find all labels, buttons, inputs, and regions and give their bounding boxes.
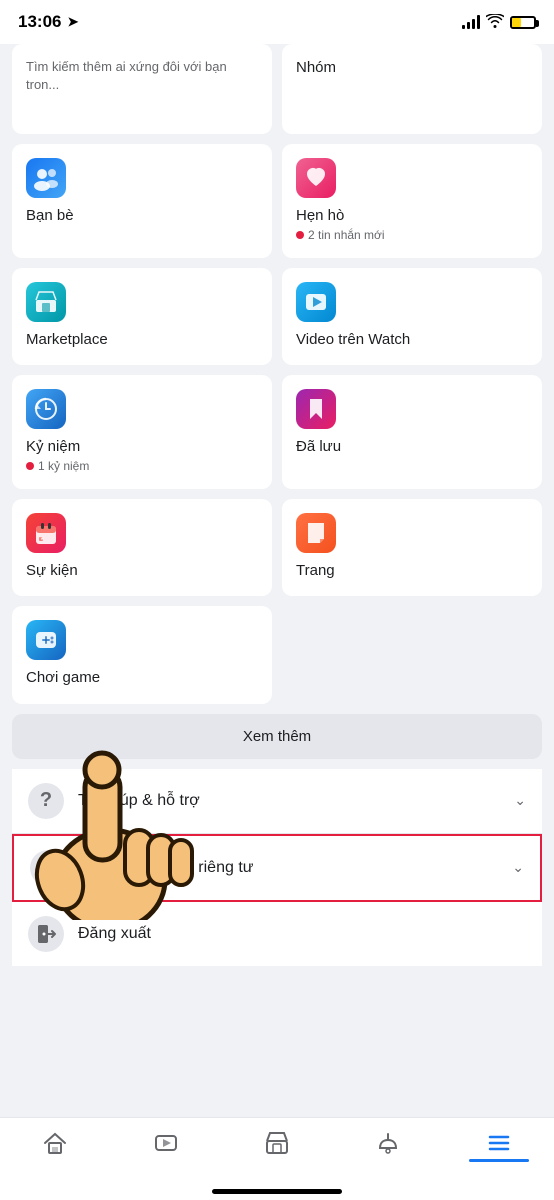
nav-watch[interactable] [111, 1126, 222, 1160]
bottom-navigation [0, 1117, 554, 1200]
help-icon-wrap: ? [28, 783, 64, 819]
dating-red-dot [296, 231, 304, 239]
location-arrow-icon: ➤ [67, 14, 78, 30]
battery-icon [510, 16, 536, 29]
memory-sublabel-text: 1 kỷ niệm [38, 459, 89, 473]
menu-icon [486, 1130, 512, 1156]
top-partial-row: Tìm kiếm thêm ai xứng đôi với bạn tron..… [12, 44, 542, 134]
memory-red-dot [26, 462, 34, 470]
help-label: Trợ giúp & hỗ trợ [78, 792, 514, 810]
games-icon [26, 620, 66, 660]
wifi-icon [486, 14, 504, 31]
settings-label: Cài đặt & quyền riêng tư [80, 859, 512, 877]
marketplace-icon [26, 282, 66, 322]
list-item-help[interactable]: ? Trợ giúp & hỗ trợ ⌄ [12, 769, 542, 834]
watch-label: Video trên Watch [296, 330, 528, 350]
logout-label: Đăng xuất [78, 925, 526, 943]
grid-item-saved[interactable]: Đã lưu [282, 375, 542, 489]
grid-item-dating[interactable]: Hẹn hò 2 tin nhắn mới [282, 144, 542, 258]
settings-icon-wrap: ⚙ [30, 850, 66, 886]
groups-item[interactable]: Nhóm [282, 44, 542, 134]
shortcuts-grid: Bạn bè Hẹn hò 2 tin nhắn mới [12, 144, 542, 704]
home-icon [42, 1130, 68, 1156]
menu-active-indicator [469, 1159, 529, 1162]
pages-icon [296, 513, 336, 553]
grid-item-marketplace[interactable]: Marketplace [12, 268, 272, 366]
dating-sublabel-text: 2 tin nhắn mới [308, 228, 385, 242]
saved-label: Đã lưu [296, 437, 528, 457]
settings-gear-icon: ⚙ [39, 855, 57, 880]
settings-chevron-icon: ⌄ [512, 859, 524, 876]
grid-item-events[interactable]: ★ Sự kiện [12, 499, 272, 597]
grid-item-friends[interactable]: Bạn bè [12, 144, 272, 258]
grid-item-games[interactable]: Chơi game [12, 606, 272, 704]
partial-left-item[interactable]: Tìm kiếm thêm ai xứng đôi với bạn tron..… [12, 44, 272, 134]
logout-door-icon [35, 923, 57, 945]
nav-home[interactable] [0, 1126, 111, 1160]
memory-label: Kỷ niệm [26, 437, 258, 457]
home-bar [212, 1189, 342, 1194]
see-more-button[interactable]: Xem thêm [12, 714, 542, 759]
watch-icon [296, 282, 336, 322]
nav-marketplace[interactable] [222, 1126, 333, 1160]
events-icon: ★ [26, 513, 66, 553]
shop-icon [264, 1130, 290, 1156]
friends-label: Bạn bè [26, 206, 258, 226]
dating-icon [296, 158, 336, 198]
memory-sublabel: 1 kỷ niệm [26, 459, 258, 473]
status-icons [462, 14, 536, 31]
marketplace-label: Marketplace [26, 330, 258, 350]
list-item-logout[interactable]: Đăng xuất [12, 902, 542, 966]
nav-menu[interactable] [443, 1126, 554, 1166]
play-icon [153, 1130, 179, 1156]
games-label: Chơi game [26, 668, 258, 688]
status-time: 13:06 ➤ [18, 12, 78, 32]
grid-item-pages[interactable]: Trang [282, 499, 542, 597]
dating-label: Hẹn hò [296, 206, 528, 226]
partial-left-text: Tìm kiếm thêm ai xứng đôi với bạn tron..… [26, 58, 258, 94]
signal-icon [462, 15, 480, 29]
main-content: Tìm kiếm thêm ai xứng đôi với bạn tron..… [0, 44, 554, 966]
see-more-label: Xem thêm [243, 728, 311, 745]
help-chevron-icon: ⌄ [514, 792, 526, 809]
nav-notifications[interactable] [332, 1126, 443, 1160]
grid-item-memory[interactable]: Kỷ niệm 1 kỷ niệm [12, 375, 272, 489]
memory-icon [26, 389, 66, 429]
list-section: ? Trợ giúp & hỗ trợ ⌄ ⚙ Cài đặt & quyền … [12, 769, 542, 966]
svg-text:★: ★ [40, 536, 45, 542]
events-label: Sự kiện [26, 561, 258, 581]
groups-label: Nhóm [296, 58, 528, 78]
grid-item-watch[interactable]: Video trên Watch [282, 268, 542, 366]
saved-icon [296, 389, 336, 429]
help-icon: ? [40, 789, 52, 812]
time-label: 13:06 [18, 12, 61, 32]
status-bar: 13:06 ➤ [0, 0, 554, 44]
list-item-settings[interactable]: ⚙ Cài đặt & quyền riêng tư ⌄ [12, 834, 542, 902]
friends-icon [26, 158, 66, 198]
dating-sublabel: 2 tin nhắn mới [296, 228, 528, 242]
bell-icon [375, 1130, 401, 1156]
pages-label: Trang [296, 561, 528, 581]
logout-icon-wrap [28, 916, 64, 952]
